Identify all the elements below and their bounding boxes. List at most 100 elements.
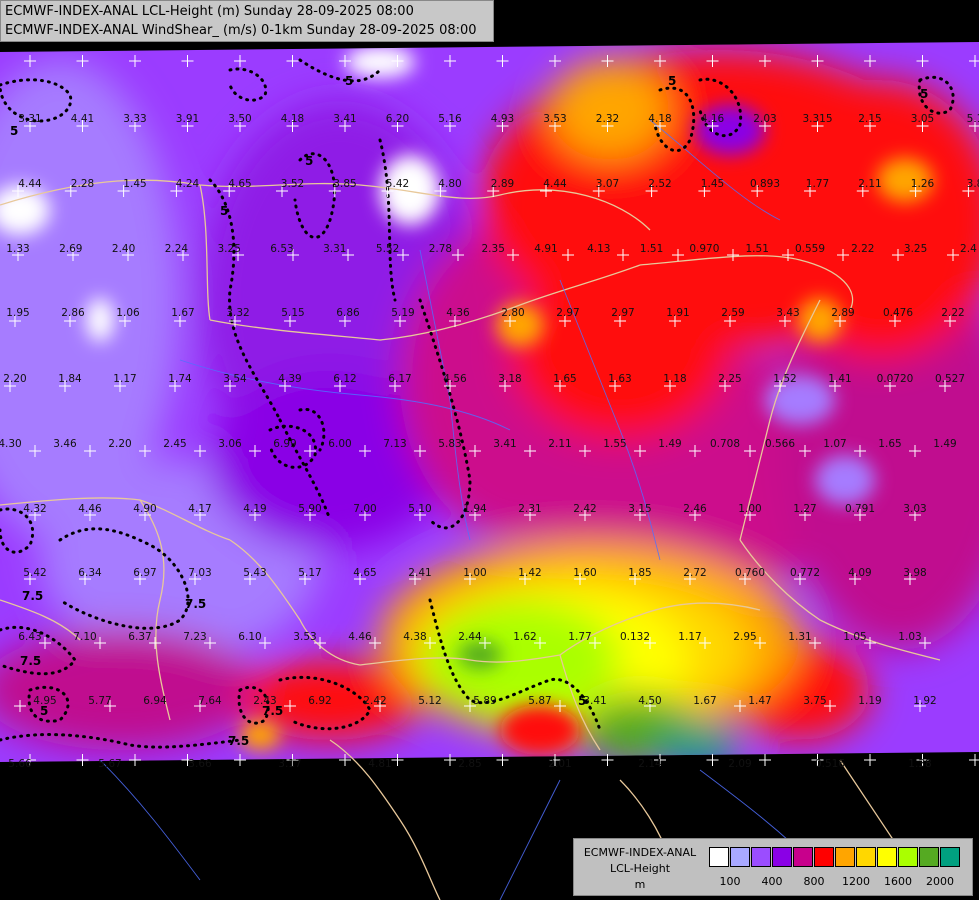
value-label: 2.40 [112,243,135,255]
value-label: 4.81 [368,758,391,770]
value-label: 1.51 [640,243,663,255]
value-label: 0.970 [689,243,719,255]
value-label: 4.32 [23,503,46,515]
value-label: 4.39 [278,373,301,385]
legend-model: ECMWF-INDEX-ANAL [583,846,697,859]
value-label: 1.63 [608,373,631,385]
value-label: 2.43 [253,695,276,707]
value-label: 3.43 [776,307,799,319]
value-label: 4.09 [848,567,871,579]
value-label: 5.90 [298,503,321,515]
value-label: 6.20 [386,113,409,125]
legend-tick-label: 1600 [884,875,912,888]
value-label: 2.45 [163,438,186,450]
value-label: 1.27 [793,503,816,515]
value-label: 4.46 [78,503,102,515]
value-label: 2.09 [728,758,751,770]
value-label: 3.98 [903,567,926,579]
value-label: 2.72 [683,567,706,579]
value-label: 5.10 [408,503,431,515]
value-label: 3.25 [218,243,241,255]
value-label: 0.760 [735,567,765,579]
value-label: 1.65 [878,438,901,450]
value-label: 7.00 [353,503,376,515]
value-label: 0.566 [765,438,795,450]
value-label: 1.94 [463,503,487,515]
value-label: 2.11 [548,438,571,450]
value-label: 2.35 [482,243,505,255]
contour-label: 7.5 [185,597,206,611]
value-label: 2.31 [518,503,541,515]
value-label: 4.50 [638,695,661,707]
value-label: 3.25 [904,243,927,255]
value-label: 4.19 [243,503,266,515]
value-label: 1.38 [908,758,931,770]
value-label: 1.07 [823,438,846,450]
value-label: 6.10 [238,631,261,643]
value-label: 1.77 [568,631,591,643]
value-label: 5.19 [391,307,414,319]
value-label: 1.41 [828,373,851,385]
value-label: 3.32 [226,307,249,319]
value-label: 3.06 [218,438,242,450]
value-label: 1.33 [6,243,29,255]
value-label: 1.05 [843,631,866,643]
legend-tick-label: 800 [803,875,825,888]
value-label: 4.44 [543,178,567,190]
value-label: 2.44 [458,631,482,643]
value-label: 1.74 [168,373,192,385]
value-label: 1.49 [933,438,956,450]
value-label: 0.559 [795,243,825,255]
value-label: 1.92 [913,695,936,707]
value-label: 1.31 [788,631,811,643]
value-label: 1.91 [666,307,689,319]
value-label: 4.41 [71,113,94,125]
value-label: 3.52 [281,178,304,190]
value-label: 1.52 [773,373,796,385]
value-label: 4.93 [491,113,514,125]
value-label: 6.97 [133,567,156,579]
value-label: 6.94 [143,695,167,707]
value-label: 2.15 [858,113,881,125]
value-label: 2.41 [408,567,431,579]
value-label: 5.66 [8,758,32,770]
value-label: 5.87 [528,695,551,707]
lcl-height-map: 555555557.57.57.57.57.5 3.31 4.41 3.33 3.91… [0,0,979,900]
value-label: 1.00 [738,503,761,515]
value-label: 4.16 [701,113,725,125]
value-label: 1.60 [573,567,596,579]
legend-swatch [814,847,834,867]
value-label: 4.36 [446,307,470,319]
value-label: 7.64 [198,695,222,707]
value-label: 6.92 [308,695,331,707]
contour-label: 7.5 [228,734,249,748]
legend-swatch [751,847,771,867]
value-label: 3.33 [123,113,146,125]
value-label: 1.00 [463,567,486,579]
value-label: 3.07 [596,178,619,190]
value-label: 2.89 [491,178,514,190]
value-label: 3.53 [543,113,566,125]
value-label: 1.51 [746,243,769,255]
value-label: 4.30 [0,438,22,450]
value-label: 1.42 [518,567,541,579]
value-label: 6.99 [273,438,296,450]
contour-label: 5 [220,204,228,218]
value-label: 1.84 [58,373,82,385]
value-label: 1.65 [553,373,576,385]
value-label: 5.12 [418,695,441,707]
value-label: 0.476 [883,307,913,319]
value-label: 6.34 [78,567,102,579]
legend-swatch [919,847,939,867]
value-label: 2.32 [596,113,619,125]
value-label: 4.18 [648,113,671,125]
value-label: 6.12 [333,373,356,385]
value-label: 3.315 [802,113,832,125]
value-label: 1.47 [748,695,771,707]
value-label: 4.17 [188,503,211,515]
value-label: 4.24 [176,178,200,190]
value-label: 3.31 [323,243,346,255]
value-label: 2.20 [108,438,131,450]
header-title-lcl: ECMWF-INDEX-ANAL LCL-Height (m) Sunday 2… [5,4,414,19]
value-label: 5.43 [243,567,266,579]
